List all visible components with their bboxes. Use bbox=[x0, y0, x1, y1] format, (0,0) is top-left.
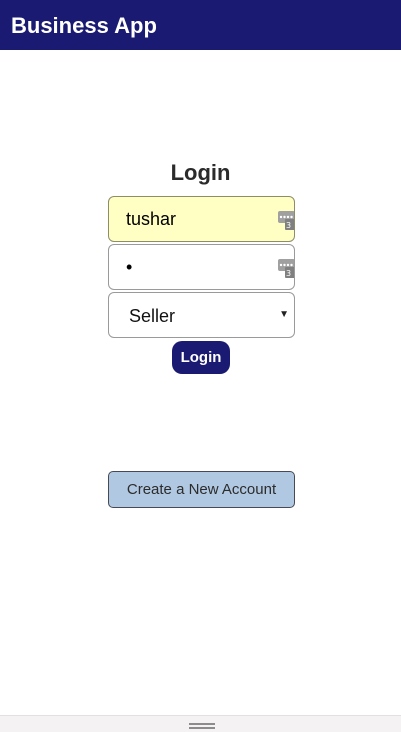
keyboard-icon[interactable]: 3 bbox=[278, 259, 295, 281]
role-select-value: Seller bbox=[129, 306, 176, 326]
password-field-container: 3 bbox=[108, 244, 295, 290]
keyboard-icon[interactable]: 3 bbox=[278, 211, 295, 233]
username-input[interactable] bbox=[109, 197, 294, 241]
svg-text:3: 3 bbox=[286, 269, 291, 278]
create-account-button[interactable]: Create a New Account bbox=[108, 471, 295, 508]
bottom-bar bbox=[0, 715, 401, 732]
svg-text:3: 3 bbox=[286, 221, 291, 230]
login-heading: Login bbox=[170, 160, 231, 185]
password-input[interactable] bbox=[109, 245, 294, 289]
app-title: Business App bbox=[11, 13, 157, 38]
chevron-down-icon: ▼ bbox=[279, 309, 289, 320]
login-button[interactable]: Login bbox=[172, 341, 230, 374]
username-field-container: 3 bbox=[108, 196, 295, 242]
role-select[interactable]: Seller ▼ bbox=[108, 292, 295, 338]
app-bar: Business App bbox=[0, 0, 401, 50]
